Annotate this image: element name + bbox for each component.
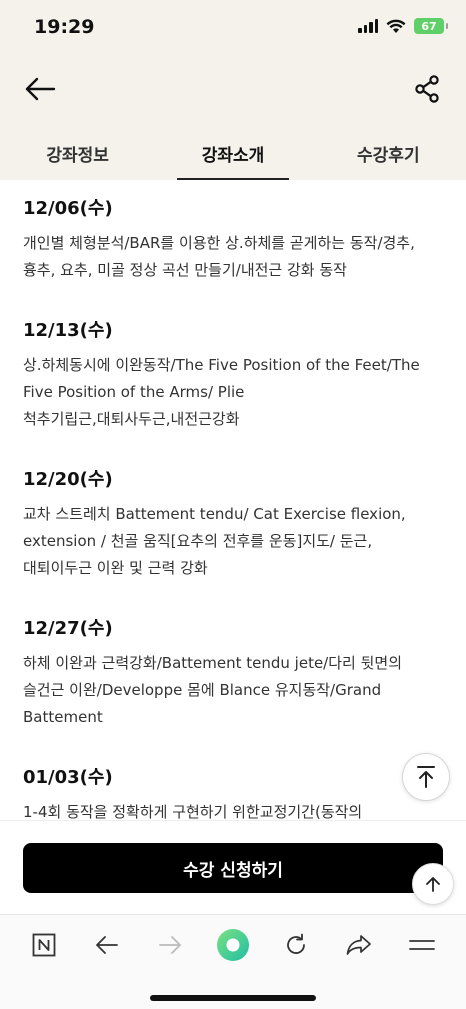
session-date: 12/13(수)	[23, 320, 113, 341]
home-indicator	[150, 995, 316, 1001]
battery-icon: 67	[414, 18, 448, 34]
arrow-up-to-top-icon	[417, 766, 435, 788]
share-icon	[415, 75, 439, 103]
wifi-icon	[386, 19, 406, 33]
refresh-button[interactable]	[274, 925, 318, 965]
browser-forward-button[interactable]	[148, 925, 192, 965]
session-description: 1-4회 동작을 정확하게 구현하기 위한교정기간(동작의 완성도를 위한 반복…	[23, 803, 363, 820]
browser-back-button[interactable]	[85, 925, 129, 965]
browser-toolbar	[0, 914, 466, 1009]
forward-arrow-icon	[158, 936, 181, 954]
arrow-left-icon	[25, 77, 56, 101]
tab-course-intro[interactable]: 강좌소개	[155, 126, 310, 180]
session-date: 12/06(수)	[23, 198, 113, 219]
green-dot-button[interactable]	[211, 925, 255, 965]
app-header: 강좌정보 강좌소개 수강후기	[0, 54, 466, 180]
scroll-to-top-button[interactable]	[402, 753, 450, 801]
browser-toolbar-row	[0, 925, 466, 965]
naver-n-icon	[32, 933, 55, 957]
course-intro-content[interactable]: 12/06(수) 개인별 체형분석/BAR를 이용한 상.하체를 곧게하는 동작…	[0, 180, 466, 820]
browser-menu-button[interactable]	[400, 925, 444, 965]
apply-course-button[interactable]: 수강 신청하기	[23, 843, 443, 893]
menu-icon	[409, 940, 436, 950]
tab-reviews[interactable]: 수강후기	[311, 126, 466, 180]
refresh-icon	[287, 933, 306, 954]
page-scroll-top-button[interactable]	[412, 863, 454, 905]
tab-bar: 강좌정보 강좌소개 수강후기	[0, 126, 466, 180]
session-description: 상.하체동시에 이완동작/The Five Position of the Fe…	[23, 356, 420, 428]
status-icons: 67	[358, 18, 448, 34]
back-arrow-icon	[95, 936, 118, 954]
tab-label: 강좌소개	[201, 145, 265, 166]
session-item: 01/03(수) 1-4회 동작을 정확하게 구현하기 위한교정기간(동작의 완…	[23, 763, 444, 820]
session-item: 12/20(수) 교차 스트레치 Battement tendu/ Cat Ex…	[23, 465, 444, 582]
tab-label: 수강후기	[357, 145, 420, 166]
cellular-signal-icon	[358, 19, 378, 33]
green-dot-icon	[216, 929, 249, 961]
session-item: 12/06(수) 개인별 체형분석/BAR를 이용한 상.하체를 곧게하는 동작…	[23, 194, 444, 284]
status-time: 19:29	[34, 16, 95, 38]
session-date: 01/03(수)	[23, 767, 113, 788]
tab-course-info[interactable]: 강좌정보	[0, 126, 155, 180]
session-item: 12/13(수) 상.하체동시에 이완동작/The Five Position …	[23, 316, 444, 433]
share-forward-icon	[346, 935, 372, 955]
browser-share-button[interactable]	[337, 925, 381, 965]
status-bar: 19:29 67	[0, 0, 466, 54]
battery-level: 67	[421, 19, 437, 33]
session-date: 12/20(수)	[23, 469, 113, 490]
session-date: 12/27(수)	[23, 618, 113, 639]
session-description: 하체 이완과 근력강화/Battement tendu jete/다리 뒷면의 …	[23, 654, 403, 726]
back-button[interactable]	[20, 72, 60, 106]
chevron-up-icon	[426, 877, 440, 892]
share-button[interactable]	[412, 72, 442, 106]
naver-home-button[interactable]	[22, 925, 66, 965]
cta-area: 수강 신청하기	[0, 820, 466, 914]
tab-label: 강좌정보	[46, 145, 109, 166]
session-description: 교차 스트레치 Battement tendu/ Cat Exercise fl…	[23, 505, 406, 577]
session-description: 개인별 체형분석/BAR를 이용한 상.하체를 곧게하는 동작/경추, 흉추, …	[23, 234, 415, 279]
session-item: 12/27(수) 하체 이완과 근력강화/Battement tendu jet…	[23, 614, 444, 731]
